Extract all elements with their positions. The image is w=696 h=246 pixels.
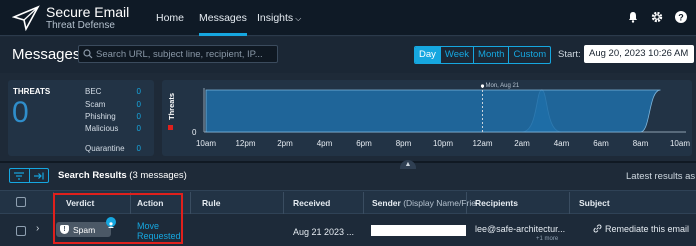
messages-header: Messages Day Week Month Custom Start: Au…	[0, 37, 696, 73]
app-subtitle: Threat Defense	[46, 20, 115, 31]
threat-row-quarantine[interactable]: Quarantine 0	[85, 144, 141, 153]
app-logo[interactable]: Secure Email Threat Defense	[12, 5, 129, 31]
chart-x-tick: 6am	[593, 139, 609, 148]
chart-svg: 0 Threats Mon, Aug 21 10am 12pm 2pm 4pm 6pm 8pm 1…	[167, 83, 690, 148]
range-week-button[interactable]: Week	[441, 47, 475, 63]
chart-legend-swatch	[168, 125, 173, 130]
link-icon	[593, 224, 602, 233]
threats-total: 0	[12, 96, 29, 129]
chart-x-tick: 4pm	[317, 139, 333, 148]
threat-row-phishing[interactable]: Phishing 0	[85, 112, 141, 121]
chart-marker-label: Mon, Aug 21	[486, 83, 520, 89]
chart-x-tick: 12am	[472, 139, 492, 148]
search-input[interactable]	[96, 48, 276, 60]
col-sender-label: Sender	[372, 198, 401, 208]
section-divider	[0, 161, 696, 163]
select-all-checkbox[interactable]	[16, 197, 26, 207]
recipient-email[interactable]: lee@safe-architectur...	[475, 224, 565, 234]
threats-title: THREATS	[13, 87, 51, 96]
date-range-selector: Day Week Month Custom	[414, 46, 552, 64]
latest-results-text: Latest results as of	[626, 171, 696, 182]
search-box[interactable]	[78, 45, 278, 63]
chart-y-label: Threats	[167, 93, 176, 120]
threat-value: 0	[136, 87, 141, 96]
threat-value: 0	[136, 112, 141, 121]
range-month-button[interactable]: Month	[474, 47, 510, 63]
col-received[interactable]: Received	[293, 198, 330, 208]
chart-x-tick: 2pm	[277, 139, 293, 148]
app-title: Secure Email	[46, 4, 130, 20]
chart-y-tick: 0	[192, 128, 197, 137]
threat-value: 0	[136, 144, 141, 153]
results-title-text: Search Results	[58, 170, 127, 181]
column-divider[interactable]	[363, 192, 364, 214]
column-divider[interactable]	[466, 192, 467, 214]
chart-area-peak	[205, 89, 661, 133]
redacted-sender	[371, 225, 466, 236]
svg-text:?: ?	[678, 13, 684, 23]
row-expand-chevron-icon[interactable]: ›	[36, 223, 39, 234]
column-divider[interactable]	[190, 192, 191, 214]
logo-icon	[12, 5, 40, 31]
nav-messages[interactable]: Messages	[199, 0, 247, 36]
threat-value: 0	[136, 100, 141, 109]
threat-value: 0	[136, 124, 141, 133]
chart-x-tick: 12pm	[235, 139, 255, 148]
bell-icon[interactable]	[626, 10, 640, 24]
nav-insights-label: Insights	[257, 12, 294, 24]
help-icon[interactable]: ?	[674, 10, 688, 24]
col-subject[interactable]: Subject	[579, 198, 610, 208]
top-nav: Secure Email Threat Defense Home Message…	[0, 0, 696, 36]
threat-label: Phishing	[85, 112, 116, 121]
start-date-input[interactable]: Aug 20, 2023 10:26 AM	[584, 45, 694, 63]
remediate-label: Remediate this email	[605, 224, 690, 234]
column-divider[interactable]	[569, 192, 570, 214]
range-custom-button[interactable]: Custom	[509, 47, 550, 63]
chart-x-tick: 4am	[554, 139, 570, 148]
chart-x-tick: 6pm	[356, 139, 372, 148]
highlight-box	[53, 193, 183, 244]
filter-icon[interactable]	[10, 169, 30, 182]
threat-row-malicious[interactable]: Malicious 0	[85, 124, 141, 133]
threat-label: Scam	[85, 100, 106, 109]
chart-x-tick: 8pm	[396, 139, 412, 148]
threat-label: Quarantine	[85, 144, 125, 153]
remediate-button[interactable]: Remediate this email	[593, 224, 689, 234]
threat-row-scam[interactable]: Scam 0	[85, 100, 141, 109]
filter-toggle-group	[9, 168, 49, 183]
recipients-more[interactable]: +1 more	[536, 236, 558, 242]
start-label: Start:	[558, 49, 581, 60]
nav-insights[interactable]: Insights ⌵	[257, 0, 301, 36]
chart-x-tick: 10pm	[433, 139, 453, 148]
col-recipients[interactable]: Recipients	[475, 198, 518, 208]
page-title: Messages	[12, 46, 81, 63]
column-divider[interactable]	[283, 192, 284, 214]
threats-card: THREATS 0 BEC 0 Scam 0 Phishing 0 Malicious…	[8, 80, 154, 156]
gear-icon[interactable]	[650, 10, 664, 24]
received-date: Aug 21 2023 ...	[293, 227, 355, 237]
chart-x-tick: 8am	[633, 139, 649, 148]
threat-label: BEC	[85, 87, 102, 96]
chart-marker-dot	[480, 84, 485, 88]
nav-home[interactable]: Home	[156, 0, 184, 36]
threats-chart: 0 Threats Mon, Aug 21 10am 12pm 2pm 4pm 6pm 8pm 1…	[162, 80, 692, 156]
chart-x-tick: 10am	[196, 139, 216, 148]
results-count: (3 messages)	[129, 170, 187, 181]
chevron-down-icon: ⌵	[295, 14, 302, 23]
chart-x-tick: 10am	[670, 139, 690, 148]
col-rule[interactable]: Rule	[202, 198, 220, 208]
threat-label: Malicious	[85, 124, 119, 133]
results-toolbar: Search Results (3 messages) Latest resul…	[0, 166, 696, 186]
threat-row-bec[interactable]: BEC 0	[85, 87, 141, 96]
chart-x-tick: 2am	[514, 139, 530, 148]
results-title: Search Results (3 messages)	[58, 170, 187, 181]
range-day-button[interactable]: Day	[415, 47, 441, 63]
search-icon	[83, 49, 93, 59]
row-checkbox[interactable]	[16, 226, 26, 236]
expand-right-icon[interactable]	[30, 169, 49, 182]
col-sender[interactable]: Sender (Display Name/Frie	[372, 198, 476, 208]
